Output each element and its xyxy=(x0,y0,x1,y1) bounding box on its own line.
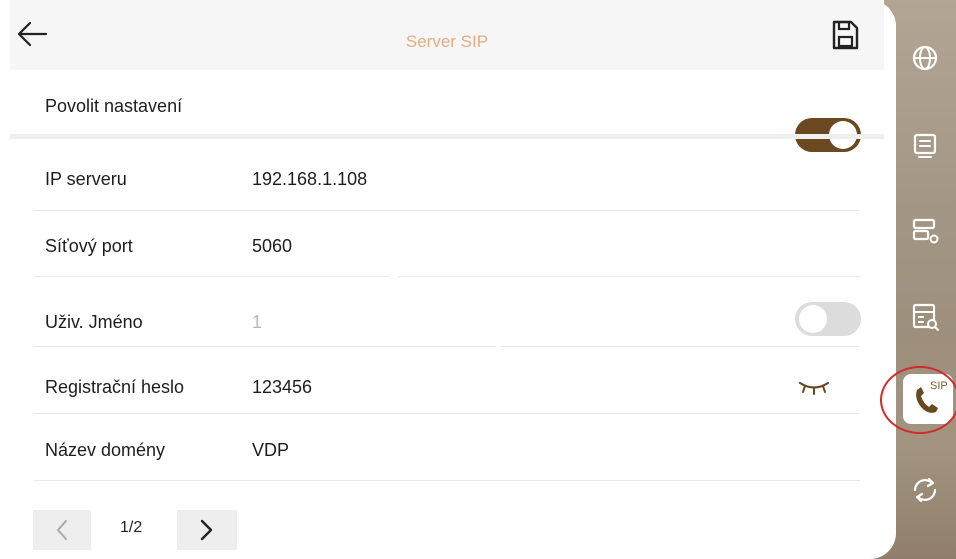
globe-icon xyxy=(912,45,938,71)
row-divider xyxy=(398,276,860,277)
sidebar-item-device-info[interactable] xyxy=(905,126,945,166)
network-port-value[interactable]: 5060 xyxy=(252,236,292,257)
username-toggle[interactable] xyxy=(795,302,861,336)
chevron-left-icon xyxy=(57,520,67,540)
sidebar-item-network[interactable] xyxy=(905,38,945,78)
sync-icon xyxy=(913,477,937,503)
row-divider xyxy=(34,346,496,347)
section-divider xyxy=(10,134,884,139)
toggle-knob xyxy=(799,305,827,333)
back-button[interactable] xyxy=(12,16,52,52)
registration-password-value[interactable]: 123456 xyxy=(252,377,312,398)
enable-settings-label: Povolit nastavení xyxy=(45,96,183,116)
domain-name-label: Název domény xyxy=(45,440,166,460)
chevron-right-icon xyxy=(200,519,213,541)
save-button[interactable] xyxy=(830,18,860,52)
username-value[interactable]: 1 xyxy=(252,312,262,333)
password-visibility-button[interactable] xyxy=(797,378,831,396)
row-divider xyxy=(34,276,390,277)
closed-eye-icon xyxy=(798,381,830,395)
page-title: Server SIP xyxy=(405,32,489,51)
row-divider xyxy=(500,346,860,347)
server-ip-value[interactable]: 192.168.1.108 xyxy=(252,169,367,190)
row-divider xyxy=(34,210,860,211)
save-icon xyxy=(832,20,859,50)
highlight-ring xyxy=(880,366,956,434)
page-indicator: 1/2 xyxy=(120,519,143,536)
main-panel: Server SIP Povolit nastavení IP serveru … xyxy=(0,0,896,559)
header-bar: Server SIP xyxy=(10,0,884,70)
sidebar-item-sync[interactable] xyxy=(905,470,945,510)
next-page-button[interactable] xyxy=(177,510,237,550)
sidebar-item-server-search[interactable] xyxy=(905,297,945,337)
arrow-left-icon xyxy=(17,21,48,47)
server-ip-label: IP serveru xyxy=(45,169,127,189)
server-settings-icon xyxy=(912,218,939,244)
domain-name-value[interactable]: VDP xyxy=(252,440,289,461)
server-search-icon xyxy=(912,303,939,331)
network-port-label: Síťový port xyxy=(45,236,133,256)
list-screen-icon xyxy=(913,133,937,158)
prev-page-button[interactable] xyxy=(33,510,91,550)
row-divider xyxy=(34,480,860,481)
registration-password-label: Registrační heslo xyxy=(45,377,185,397)
row-divider xyxy=(34,413,860,414)
username-label: Uživ. Jméno xyxy=(45,312,143,332)
sidebar-item-server-settings[interactable] xyxy=(905,211,945,251)
